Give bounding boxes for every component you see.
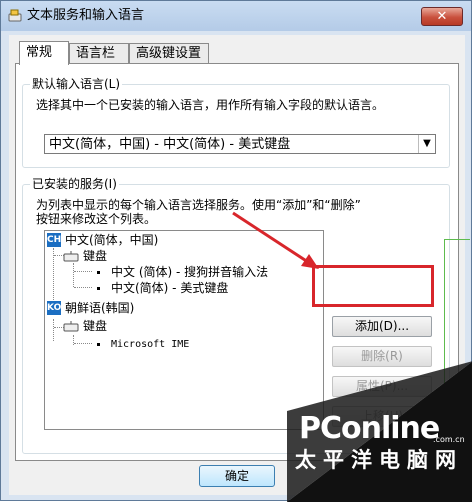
tab-panel-general: 默认输入语言(L) 选择其中一个已安装的输入语言，用作所有输入字段的默认语言。 … — [15, 63, 459, 461]
tree-node-label: 键盘 — [83, 249, 108, 263]
keyboard-icon — [63, 251, 79, 262]
tree-line — [73, 263, 74, 287]
chevron-down-icon[interactable]: ▼ — [418, 135, 435, 153]
tab-language-bar[interactable]: 语言栏 — [69, 43, 129, 63]
tree-node-label: 中文(简体，中国) — [65, 233, 159, 247]
tree-node-label: 中文 (简体) - 搜狗拼音输入法 — [111, 265, 269, 279]
tree-line — [53, 248, 54, 302]
bullet-icon — [97, 271, 100, 274]
language-badge-ch-icon: CH — [47, 233, 62, 247]
title-bar[interactable]: 文本服务和输入语言 ✕ — [1, 1, 471, 31]
close-button[interactable]: ✕ — [421, 7, 463, 26]
installed-services-legend: 已安装的服务(I) — [30, 176, 119, 192]
default-language-select[interactable]: 中文(简体，中国) - 中文(简体) - 美式键盘 ▼ — [44, 134, 436, 154]
ok-button[interactable]: 确定 — [199, 465, 275, 487]
tree-line — [74, 287, 92, 288]
tab-advanced-key-settings[interactable]: 高级键设置 — [129, 43, 209, 63]
default-language-description: 选择其中一个已安装的输入语言，用作所有输入字段的默认语言。 — [36, 98, 385, 112]
remove-button[interactable]: 删除(R) — [332, 346, 432, 367]
bullet-icon — [97, 287, 100, 290]
annotation-line — [444, 239, 470, 240]
language-badge-ko-icon: KO — [47, 301, 62, 315]
properties-button[interactable]: 属性(P)... — [332, 376, 432, 397]
tree-line — [74, 343, 92, 344]
tree-node-label: 中文(简体) - 美式键盘 — [111, 281, 229, 295]
annotation-line — [444, 239, 445, 439]
services-description-line1: 为列表中显示的每个输入语言选择服务。使用“添加”和“删除” — [36, 198, 361, 212]
bullet-icon — [97, 343, 100, 346]
services-description-line2: 按钮来修改这个列表。 — [36, 212, 157, 226]
services-tree[interactable]: CH 中文(简体，中国) 键盘 中文 (简体) - 搜狗拼音输入法 中文(简体)… — [44, 230, 324, 430]
tab-general[interactable]: 常规 — [19, 41, 69, 65]
keyboard-app-icon — [8, 9, 22, 22]
keyboard-icon — [63, 321, 79, 332]
tree-node-label: 朝鲜语(韩国) — [65, 301, 135, 315]
tree-line — [74, 271, 92, 272]
close-icon: ✕ — [436, 9, 448, 24]
default-language-group: 默认输入语言(L) — [22, 76, 450, 168]
tree-node-label: Microsoft IME — [111, 339, 190, 350]
highlight-box — [312, 265, 434, 307]
tree-node-label: 键盘 — [83, 319, 108, 333]
add-button[interactable]: 添加(D)... — [332, 316, 432, 337]
tree-line — [53, 319, 54, 341]
move-up-button[interactable]: 上移(U) — [332, 406, 432, 427]
dialog-window: 文本服务和输入语言 ✕ 常规 语言栏 高级键设置 默认输入语言(L) 选择其中一… — [0, 0, 472, 502]
window-title: 文本服务和输入语言 — [27, 8, 145, 23]
default-language-legend: 默认输入语言(L) — [30, 76, 123, 92]
default-language-value: 中文(简体，中国) - 中文(简体) - 美式键盘 — [49, 137, 291, 152]
